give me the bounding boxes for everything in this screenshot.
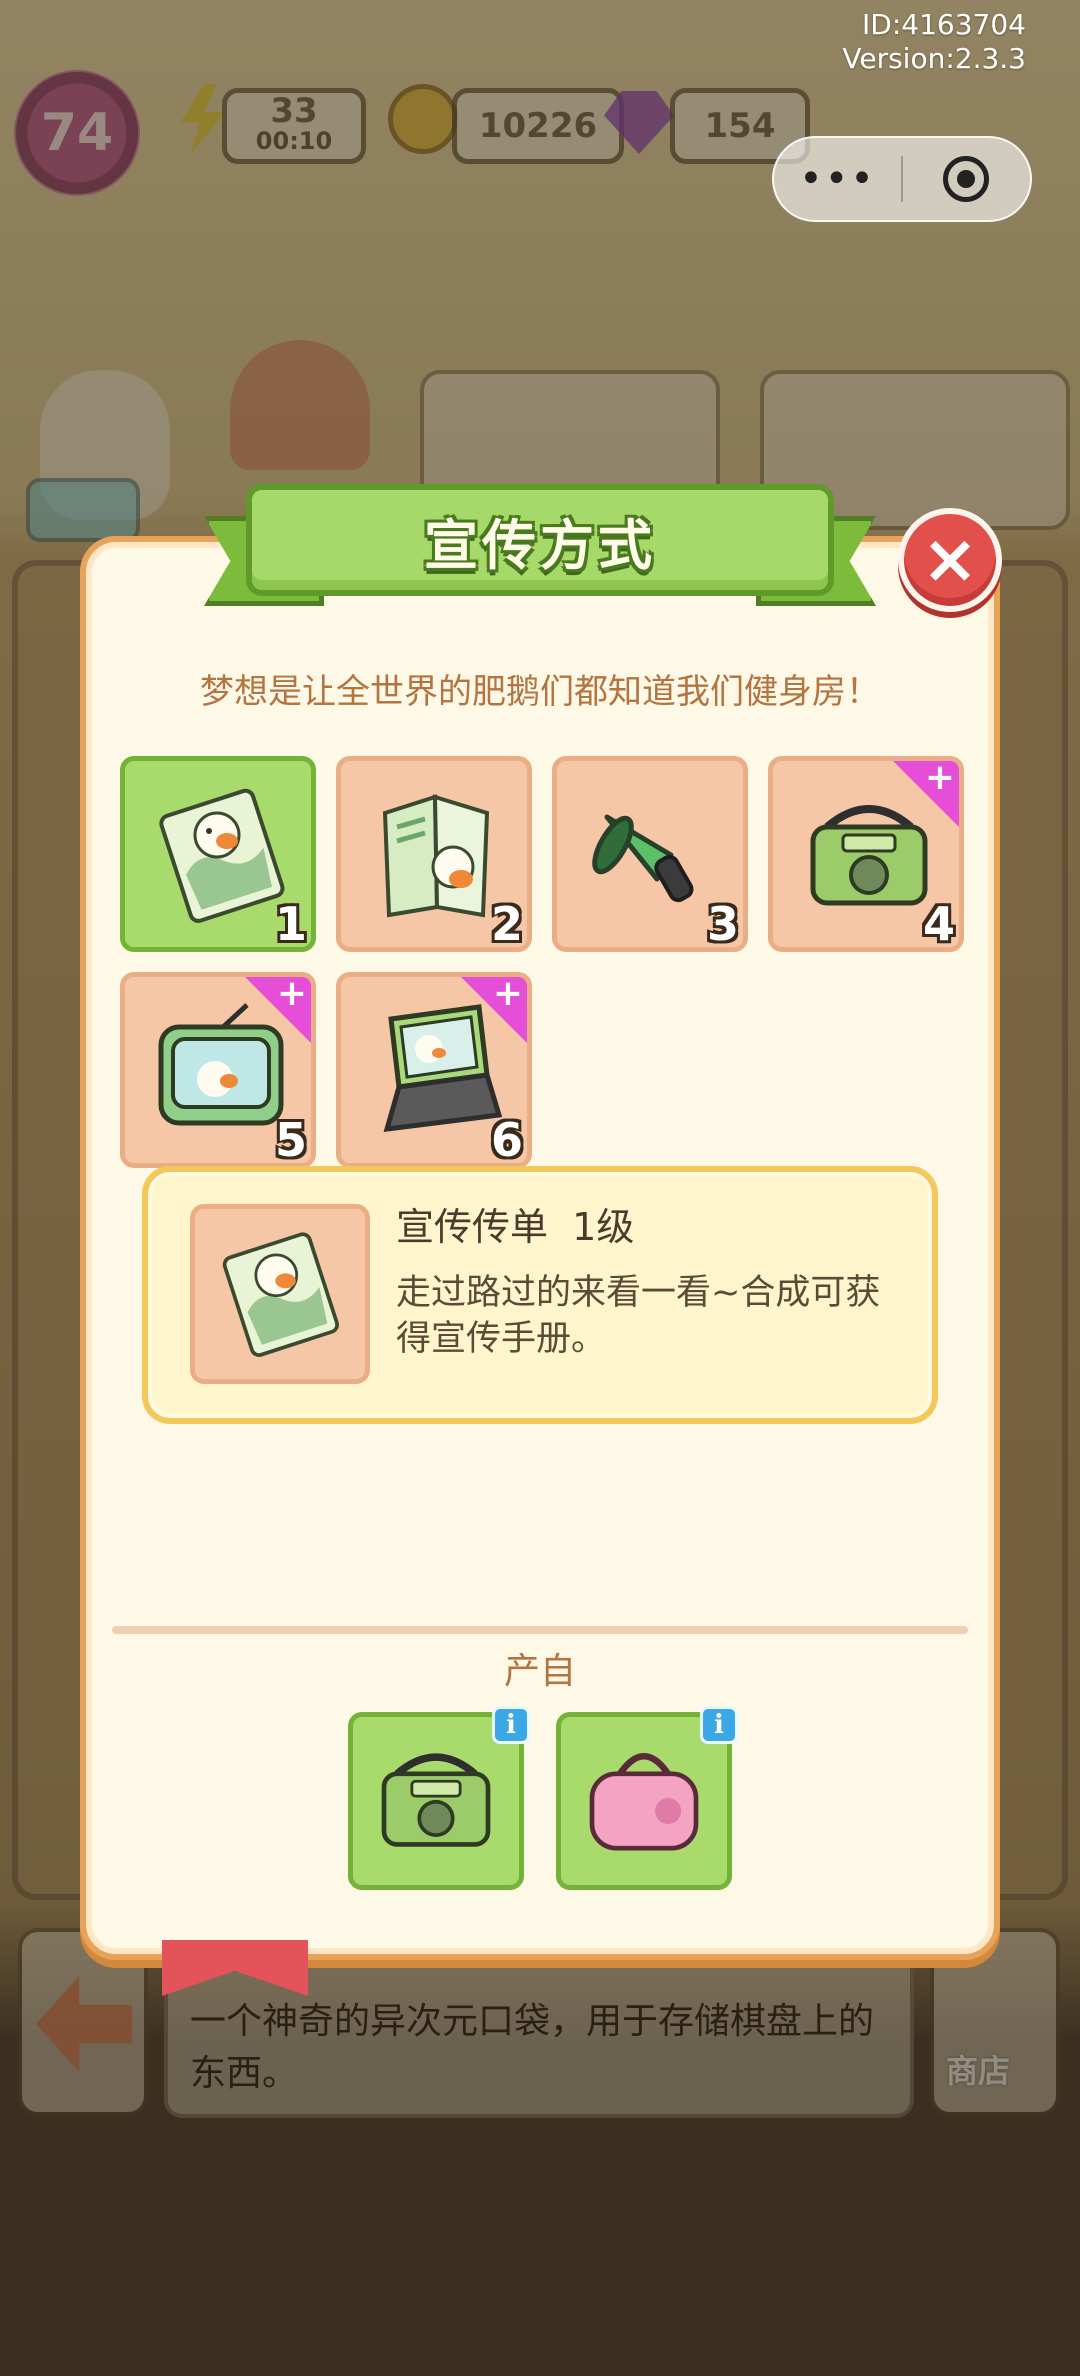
detail-thumbnail — [190, 1204, 370, 1384]
modal-title-banner: 宣传方式 — [246, 484, 834, 596]
radio-icon — [810, 805, 928, 906]
pink-bag-icon — [589, 1753, 699, 1851]
section-divider — [112, 1626, 968, 1634]
build-info: ID:4163704 Version:2.3.3 — [842, 8, 1026, 76]
item-level-number: 4 — [922, 897, 955, 951]
plus-icon: + — [492, 973, 523, 1014]
item-tile-6[interactable]: + 6 — [336, 972, 532, 1168]
version-text: Version:2.3.3 — [842, 42, 1026, 75]
laptop-icon — [383, 1004, 503, 1132]
flyer-icon — [159, 788, 285, 923]
close-icon: × — [921, 520, 979, 599]
item-level-number: 2 — [490, 897, 523, 951]
item-tile-3[interactable]: 3 — [552, 756, 748, 952]
radio-icon — [381, 1753, 491, 1847]
item-tile-4[interactable]: + 4 — [768, 756, 964, 952]
plus-icon: + — [276, 973, 307, 1014]
item-level-number: 3 — [706, 897, 739, 951]
item-level-number: 1 — [274, 897, 307, 951]
item-level-number: 5 — [274, 1113, 307, 1167]
source-label: 产自 — [503, 1651, 576, 1692]
modal-title: 宣传方式 — [424, 513, 656, 577]
plus-icon: + — [924, 757, 955, 798]
source-info-button-1[interactable]: i — [492, 1706, 530, 1744]
item-level-number: 6 — [490, 1113, 523, 1167]
miniprogram-capsule: ••• — [772, 136, 1032, 222]
megaphone-icon — [592, 814, 694, 903]
source-info-button-2[interactable]: i — [700, 1706, 738, 1744]
user-id: ID:4163704 — [862, 8, 1026, 41]
detail-title: 宣传传单 1级 — [396, 1205, 635, 1249]
target-icon — [943, 156, 990, 202]
tv-icon — [158, 1003, 284, 1126]
more-menu-button[interactable]: ••• — [774, 159, 901, 199]
item-tile-5[interactable]: + 5 — [120, 972, 316, 1168]
detail-description: 走过路过的来看一看~合成可获得宣传手册。 — [396, 1273, 881, 1359]
modal-subtitle: 梦想是让全世界的肥鹅们都知道我们健身房！ — [200, 672, 880, 712]
close-button[interactable]: × — [898, 508, 1002, 612]
brochure-icon — [382, 794, 490, 918]
item-tile-2[interactable]: 2 — [336, 756, 532, 952]
item-tile-1[interactable]: 1 — [120, 756, 316, 952]
close-miniprogram-button[interactable] — [903, 156, 1030, 202]
flyer-icon — [222, 1232, 339, 1357]
